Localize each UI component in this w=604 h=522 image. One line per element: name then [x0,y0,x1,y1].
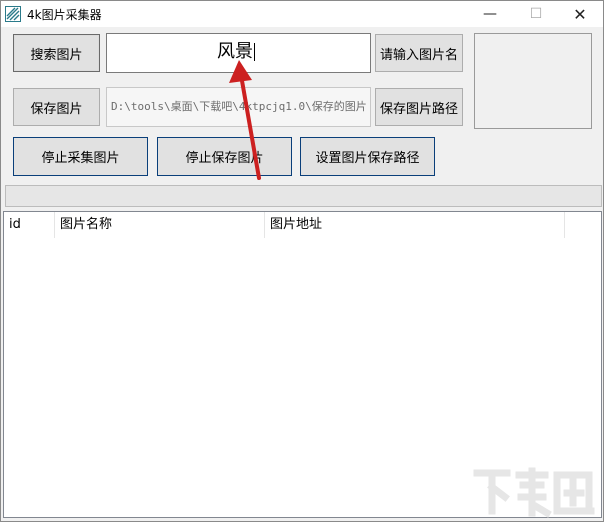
stop-collect-button[interactable]: 停止采集图片 [13,137,148,176]
enter-image-name-button[interactable]: 请输入图片名 [375,34,463,72]
app-stripes-icon [5,6,21,22]
close-icon: ✕ [573,4,587,24]
xiazaiba-watermark-icon [473,467,595,518]
column-header-id[interactable]: id [4,212,55,238]
search-input-value: 风景 [217,41,255,62]
stop-save-button[interactable]: 停止保存图片 [157,137,292,176]
text-caret [254,43,255,61]
save-images-button[interactable]: 保存图片 [13,88,100,126]
window-title: 4k图片采集器 [27,8,102,22]
search-input[interactable]: 风景 [106,33,371,73]
list-header: id 图片名称 图片地址 [4,212,601,238]
column-header-image-url[interactable]: 图片地址 [265,212,565,238]
maximize-button[interactable]: ☐ [513,1,559,27]
app-window: 4k图片采集器 — ☐ ✕ 搜索图片 风景 请输入图片名 保存图片 D:\too… [0,0,604,522]
search-images-button[interactable]: 搜索图片 [13,34,100,72]
title-bar[interactable]: 4k图片采集器 — ☐ ✕ [1,1,603,27]
progress-bar [5,185,602,207]
column-header-image-name[interactable]: 图片名称 [55,212,265,238]
save-path-button[interactable]: 保存图片路径 [375,88,463,126]
image-preview [474,33,592,129]
minimize-icon: — [483,6,497,22]
save-path-field[interactable]: D:\tools\桌面\下载吧\4ktpcjq1.0\保存的图片 [106,87,371,127]
close-button[interactable]: ✕ [557,1,603,27]
set-save-path-button[interactable]: 设置图片保存路径 [300,137,435,176]
maximize-icon: ☐ [529,6,543,22]
minimize-button[interactable]: — [467,1,513,27]
